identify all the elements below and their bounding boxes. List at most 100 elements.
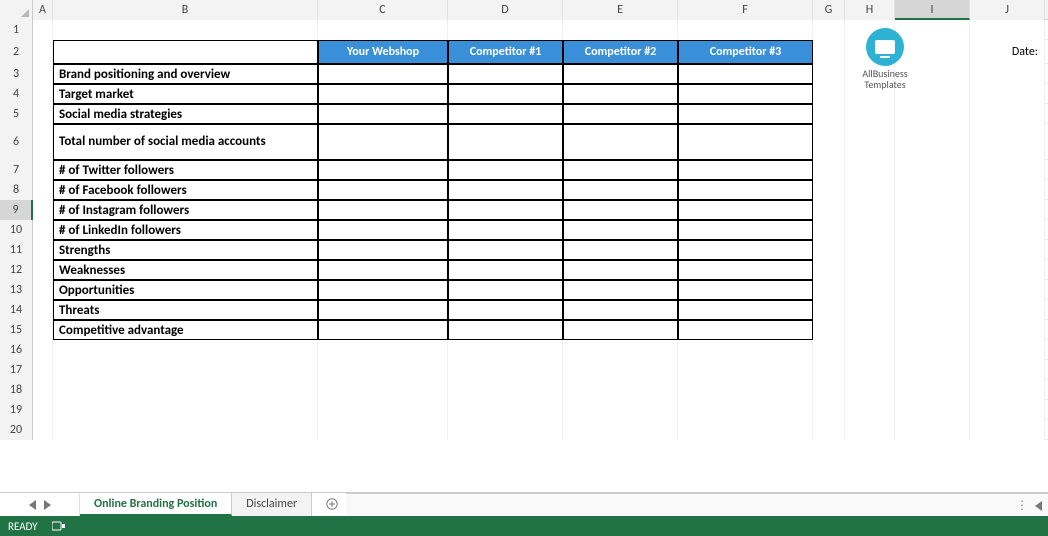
macro-record-icon[interactable] [52,520,66,532]
cell-I18[interactable] [895,380,970,400]
cell-A8[interactable] [33,180,53,200]
cell-E9[interactable] [563,200,678,220]
cell-F20[interactable] [678,420,813,440]
cell-D4[interactable] [448,84,563,104]
cell-G9[interactable] [813,200,845,220]
col-header-F[interactable]: F [678,0,813,20]
cell-D17[interactable] [448,360,563,380]
cell-F10[interactable] [678,220,813,240]
cell-E11[interactable] [563,240,678,260]
cell-J5[interactable] [970,104,1045,124]
cell-F5[interactable] [678,104,813,124]
cell-I20[interactable] [895,420,970,440]
row-header-20[interactable]: 20 [0,420,33,440]
cell-I9[interactable] [895,200,970,220]
cell-H18[interactable] [845,380,895,400]
row-label-instagram[interactable]: # of Instagram followers [53,200,318,220]
cell-C16[interactable] [318,340,448,360]
cell-A20[interactable] [33,420,53,440]
cell-C15[interactable] [318,320,448,340]
cell-C4[interactable] [318,84,448,104]
col-header-D[interactable]: D [448,0,563,20]
row-label-linkedin[interactable]: # of LinkedIn followers [53,220,318,240]
row-label-target-market[interactable]: Target market [53,84,318,104]
col-header-J[interactable]: J [970,0,1045,20]
cell-I5[interactable] [895,104,970,124]
cell-I19[interactable] [895,400,970,420]
cell-J18[interactable] [970,380,1045,400]
cell-D9[interactable] [448,200,563,220]
cell-G8[interactable] [813,180,845,200]
row-header-10[interactable]: 10 [0,220,33,240]
col-header-H[interactable]: H [845,0,895,20]
row-header-13[interactable]: 13 [0,280,33,300]
cell-F4[interactable] [678,84,813,104]
cell-E15[interactable] [563,320,678,340]
cell-A17[interactable] [33,360,53,380]
cell-F18[interactable] [678,380,813,400]
cell-A12[interactable] [33,260,53,280]
cell-H17[interactable] [845,360,895,380]
cell-C17[interactable] [318,360,448,380]
cell-F9[interactable] [678,200,813,220]
cell-J15[interactable] [970,320,1045,340]
cell-D7[interactable] [448,160,563,180]
sheet-nav-prev-icon[interactable] [29,500,36,510]
cell-C11[interactable] [318,240,448,260]
cell-F14[interactable] [678,300,813,320]
cell-C8[interactable] [318,180,448,200]
row-label-total-accounts[interactable]: Total number of social media accounts [53,124,318,160]
cell-F1[interactable] [678,20,813,40]
date-label[interactable]: Date: [970,40,1045,64]
cell-F19[interactable] [678,400,813,420]
cell-D19[interactable] [448,400,563,420]
cell-E1[interactable] [563,20,678,40]
cell-E18[interactable] [563,380,678,400]
cell-F3[interactable] [678,64,813,84]
cell-F13[interactable] [678,280,813,300]
col-header-A[interactable]: A [33,0,53,20]
col-header-I[interactable]: I [895,0,970,20]
row-header-11[interactable]: 11 [0,240,33,260]
cell-C3[interactable] [318,64,448,84]
col-header-E[interactable]: E [563,0,678,20]
row-header-5[interactable]: 5 [0,104,33,124]
cell-G18[interactable] [813,380,845,400]
cell-H8[interactable] [845,180,895,200]
row-header-7[interactable]: 7 [0,160,33,180]
select-all-corner[interactable] [0,0,33,20]
cell-D5[interactable] [448,104,563,124]
cell-F15[interactable] [678,320,813,340]
table-header-competitor-1[interactable]: Competitor #1 [448,40,563,64]
col-header-G[interactable]: G [813,0,845,20]
cell-J16[interactable] [970,340,1045,360]
cell-I15[interactable] [895,320,970,340]
cell-I10[interactable] [895,220,970,240]
cell-G2[interactable] [813,40,845,64]
cell-E6[interactable] [563,124,678,160]
cell-B20[interactable] [53,420,318,440]
cell-A2[interactable] [33,40,53,64]
cell-G5[interactable] [813,104,845,124]
cell-J17[interactable] [970,360,1045,380]
cell-F11[interactable] [678,240,813,260]
cell-E5[interactable] [563,104,678,124]
cell-D15[interactable] [448,320,563,340]
cell-D13[interactable] [448,280,563,300]
table-header-your-webshop[interactable]: Your Webshop [318,40,448,64]
cell-I7[interactable] [895,160,970,180]
cell-B17[interactable] [53,360,318,380]
cell-C18[interactable] [318,380,448,400]
cell-H15[interactable] [845,320,895,340]
row-label-social-media-strategies[interactable]: Social media strategies [53,104,318,124]
grid-area[interactable]: A B C D E F G H I J 1 [0,0,1048,492]
cell-B19[interactable] [53,400,318,420]
cell-G7[interactable] [813,160,845,180]
cell-D12[interactable] [448,260,563,280]
cell-D18[interactable] [448,380,563,400]
cell-J6[interactable] [970,124,1045,160]
cell-H13[interactable] [845,280,895,300]
cell-H16[interactable] [845,340,895,360]
cell-C7[interactable] [318,160,448,180]
cell-J14[interactable] [970,300,1045,320]
